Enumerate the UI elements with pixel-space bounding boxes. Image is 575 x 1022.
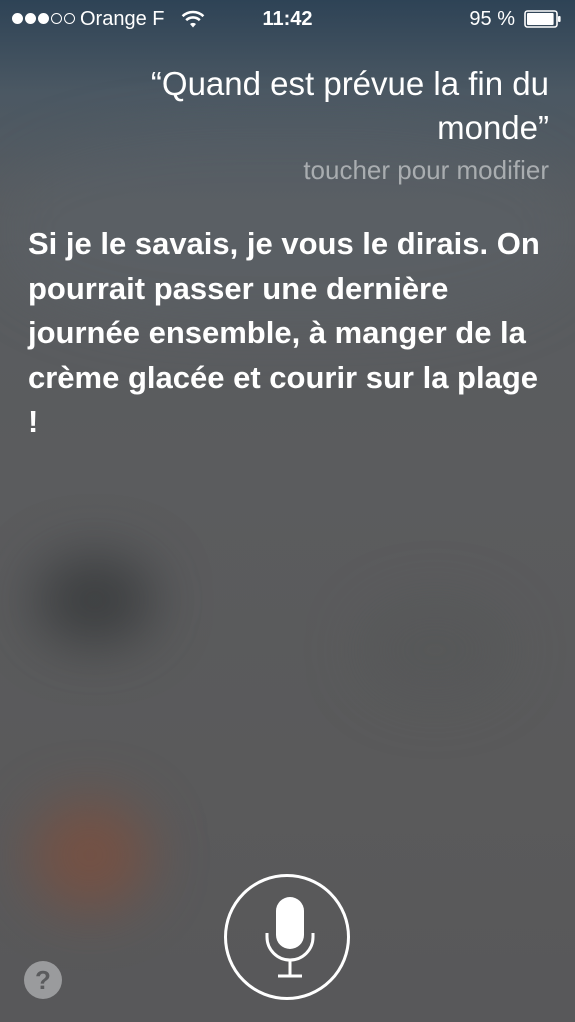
background-blur bbox=[30, 800, 150, 910]
tap-to-edit-hint[interactable]: toucher pour modifier bbox=[303, 155, 549, 186]
battery-icon bbox=[524, 10, 561, 28]
microphone-icon bbox=[265, 897, 315, 978]
microphone-button[interactable] bbox=[224, 874, 350, 1000]
help-button[interactable]: ? bbox=[24, 961, 62, 999]
siri-response: Si je le savais, je vous le dirais. On p… bbox=[28, 226, 540, 439]
siri-screen: Orange F 11:42 95 % “Quand est prévue la… bbox=[0, 0, 575, 1022]
status-bar: Orange F 11:42 95 % bbox=[0, 0, 575, 40]
background-blur bbox=[35, 555, 155, 645]
spoken-query[interactable]: “Quand est prévue la fin du monde” bbox=[69, 62, 549, 150]
background-blur bbox=[360, 600, 510, 700]
battery-percentage: 95 % bbox=[469, 8, 515, 30]
